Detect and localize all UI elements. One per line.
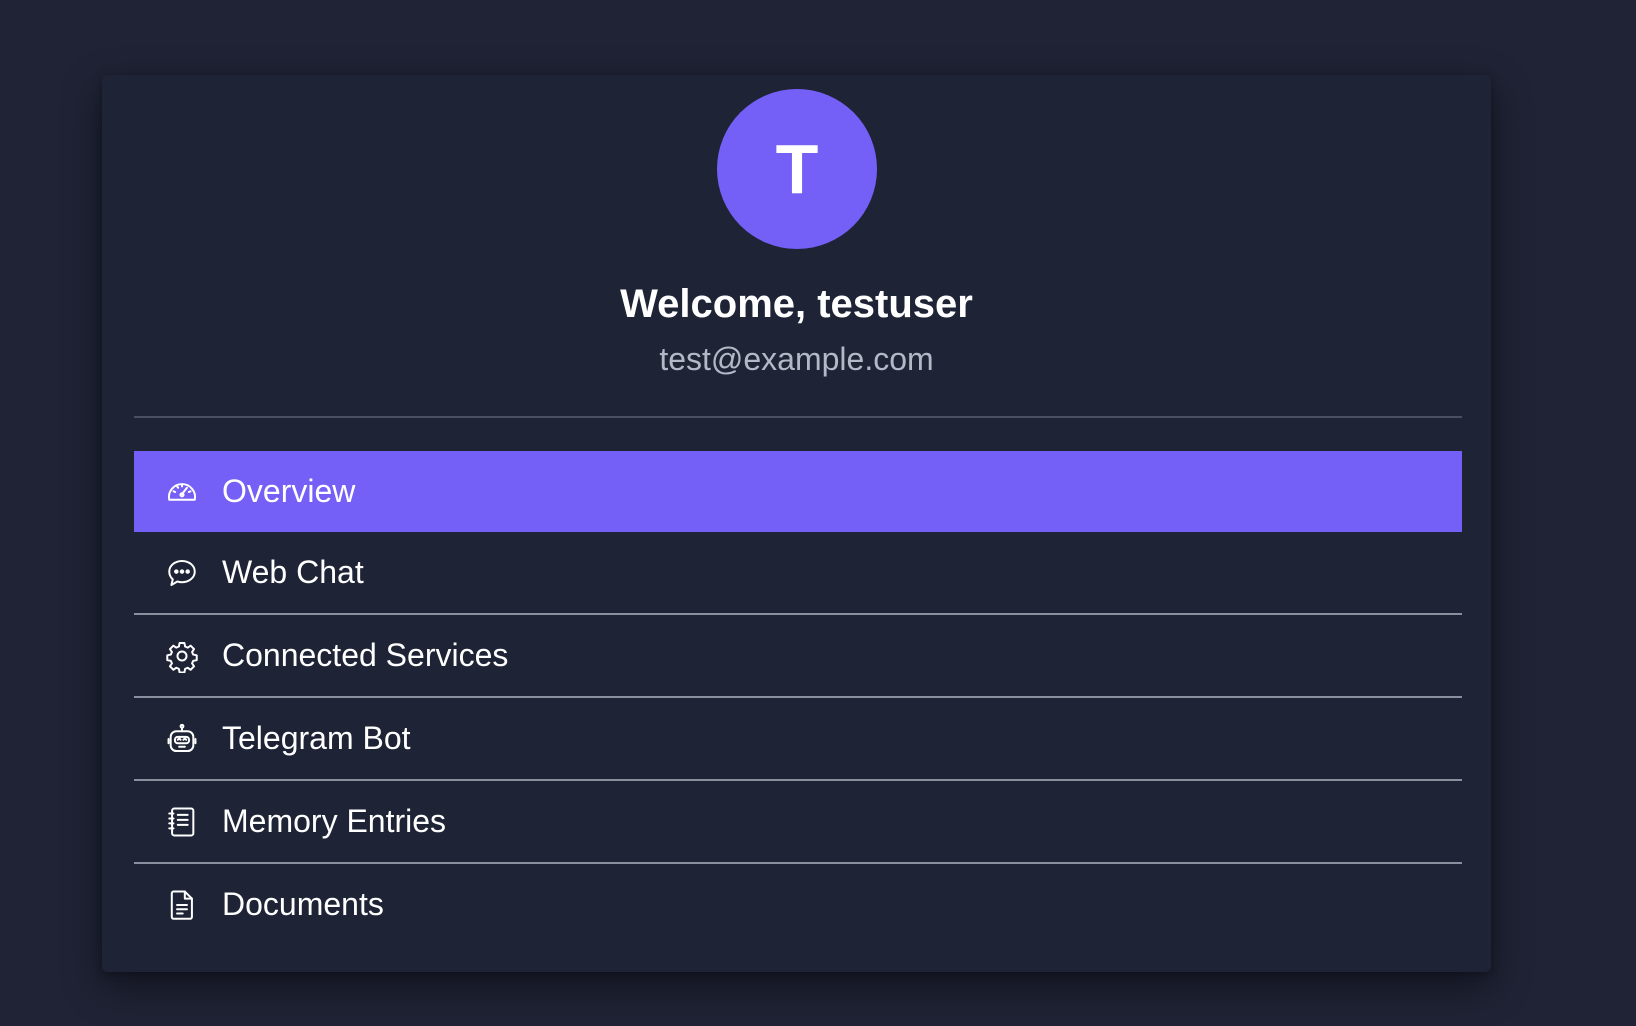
user-email: test@example.com: [659, 341, 934, 377]
gear-icon: [164, 638, 200, 674]
menu-item-telegram-bot[interactable]: Telegram Bot: [134, 698, 1462, 781]
menu-item-label: Overview: [222, 473, 356, 509]
welcome-heading: Welcome, testuser: [620, 282, 973, 326]
navigation-menu: Overview Web Chat Connected Services Tel…: [134, 451, 1462, 945]
menu-item-label: Documents: [222, 886, 384, 922]
menu-item-connected-services[interactable]: Connected Services: [134, 615, 1462, 698]
menu-item-documents[interactable]: Documents: [134, 864, 1462, 945]
chat-bubble-icon: [164, 555, 200, 591]
menu-item-label: Web Chat: [222, 554, 364, 590]
menu-item-label: Connected Services: [222, 637, 509, 673]
avatar-initial: T: [775, 130, 819, 208]
menu-item-overview[interactable]: Overview: [134, 451, 1462, 532]
menu-item-web-chat[interactable]: Web Chat: [134, 532, 1462, 615]
robot-icon: [164, 721, 200, 757]
dashboard-gauge-icon: [164, 474, 200, 510]
avatar: T: [717, 89, 877, 249]
menu-item-label: Memory Entries: [222, 803, 447, 839]
notebook-icon: [164, 804, 200, 840]
divider: [134, 416, 1462, 418]
document-icon: [164, 887, 200, 923]
menu-item-label: Telegram Bot: [222, 720, 411, 756]
menu-item-memory-entries[interactable]: Memory Entries: [134, 781, 1462, 864]
profile-card: T Welcome, testuser test@example.com Ove…: [102, 75, 1491, 972]
